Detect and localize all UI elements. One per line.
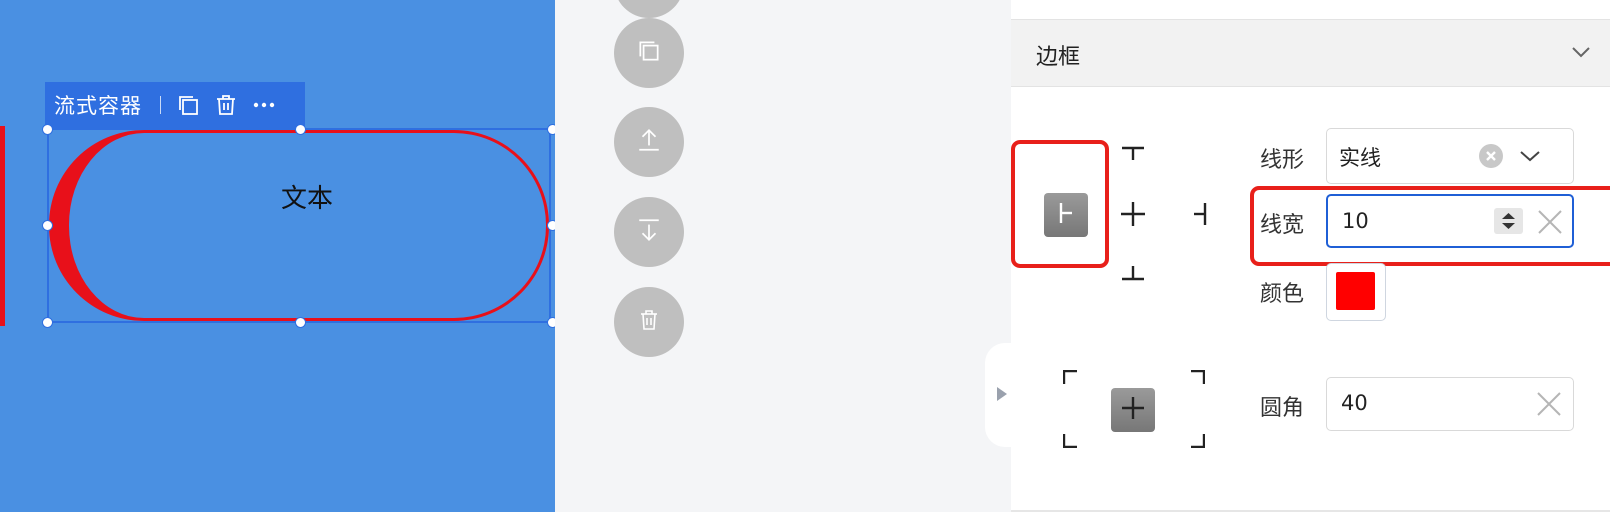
corner-bottom-left-button[interactable]	[1061, 432, 1079, 450]
move-to-top-icon	[636, 127, 662, 157]
resize-handle-right[interactable]	[547, 220, 555, 231]
copy-icon[interactable]	[175, 92, 201, 118]
corner-top-left-button[interactable]	[1061, 368, 1079, 386]
component-name: 流式容器	[54, 94, 142, 118]
resize-handle-left[interactable]	[42, 220, 53, 231]
line-style-value: 实线	[1339, 146, 1381, 170]
floating-move-top-button[interactable]	[614, 107, 684, 177]
radius-label: 圆角	[1260, 396, 1305, 421]
move-to-bottom-icon	[636, 217, 662, 247]
color-swatch	[1336, 272, 1375, 310]
resize-handle-top-left[interactable]	[42, 124, 53, 135]
radius-input[interactable]: 40	[1326, 377, 1574, 431]
clear-icon[interactable]	[1479, 144, 1503, 172]
border-right-icon	[1190, 201, 1210, 231]
chevron-down-icon[interactable]	[1519, 148, 1541, 167]
radius-value[interactable]: 40	[1341, 391, 1368, 415]
line-width-input[interactable]: 10	[1326, 194, 1574, 248]
design-canvas[interactable]: 流式容器 文本	[0, 0, 555, 512]
corner-top-right-button[interactable]	[1189, 368, 1207, 386]
plus-icon	[1120, 395, 1146, 425]
resize-handle-bottom-right[interactable]	[547, 317, 555, 328]
border-section-header[interactable]: 边框	[1011, 20, 1610, 87]
more-icon[interactable]	[251, 92, 277, 118]
line-style-label: 线形	[1260, 148, 1305, 173]
selection-outline	[47, 128, 551, 323]
resize-handle-top[interactable]	[295, 124, 306, 135]
property-panel: 边框 线形 实线 线宽 10 颜色 圆角 40	[1011, 0, 1610, 512]
floating-delete-button[interactable]	[614, 287, 684, 357]
line-style-select[interactable]: 实线	[1326, 128, 1574, 184]
close-icon[interactable]	[1535, 390, 1563, 422]
copy-icon	[636, 38, 662, 68]
line-width-value[interactable]: 10	[1342, 209, 1369, 233]
border-bottom-button[interactable]	[1119, 264, 1147, 286]
trash-icon[interactable]	[213, 92, 239, 118]
border-right-button[interactable]	[1188, 200, 1212, 232]
caret-right-icon	[995, 386, 1009, 406]
corner-all-button[interactable]	[1111, 388, 1155, 432]
resize-handle-top-right[interactable]	[547, 124, 555, 135]
toolbar-divider	[160, 96, 161, 114]
stepper-arrows-icon[interactable]	[1494, 208, 1523, 234]
border-all-icon	[1119, 200, 1147, 232]
color-picker[interactable]	[1326, 263, 1386, 321]
neighbor-component-edge	[0, 126, 5, 326]
close-icon[interactable]	[1536, 208, 1564, 240]
resize-handle-bottom[interactable]	[295, 317, 306, 328]
trash-icon	[638, 308, 660, 336]
chevron-down-icon[interactable]	[1571, 44, 1591, 63]
border-left-button[interactable]	[1044, 193, 1088, 237]
border-top-button[interactable]	[1119, 144, 1147, 166]
component-toolbar: 流式容器	[45, 82, 305, 128]
resize-handle-bottom-left[interactable]	[42, 317, 53, 328]
line-width-label: 线宽	[1260, 213, 1305, 238]
floating-action-partial[interactable]	[614, 0, 684, 18]
border-bottom-icon	[1120, 264, 1146, 286]
border-all-button[interactable]	[1115, 200, 1151, 232]
border-top-icon	[1120, 144, 1146, 166]
section-title: 边框	[1036, 45, 1081, 70]
floating-move-bottom-button[interactable]	[614, 197, 684, 267]
border-left-icon	[1056, 201, 1076, 229]
color-label: 颜色	[1260, 282, 1305, 307]
floating-copy-button[interactable]	[614, 18, 684, 88]
corner-bottom-right-button[interactable]	[1189, 432, 1207, 450]
